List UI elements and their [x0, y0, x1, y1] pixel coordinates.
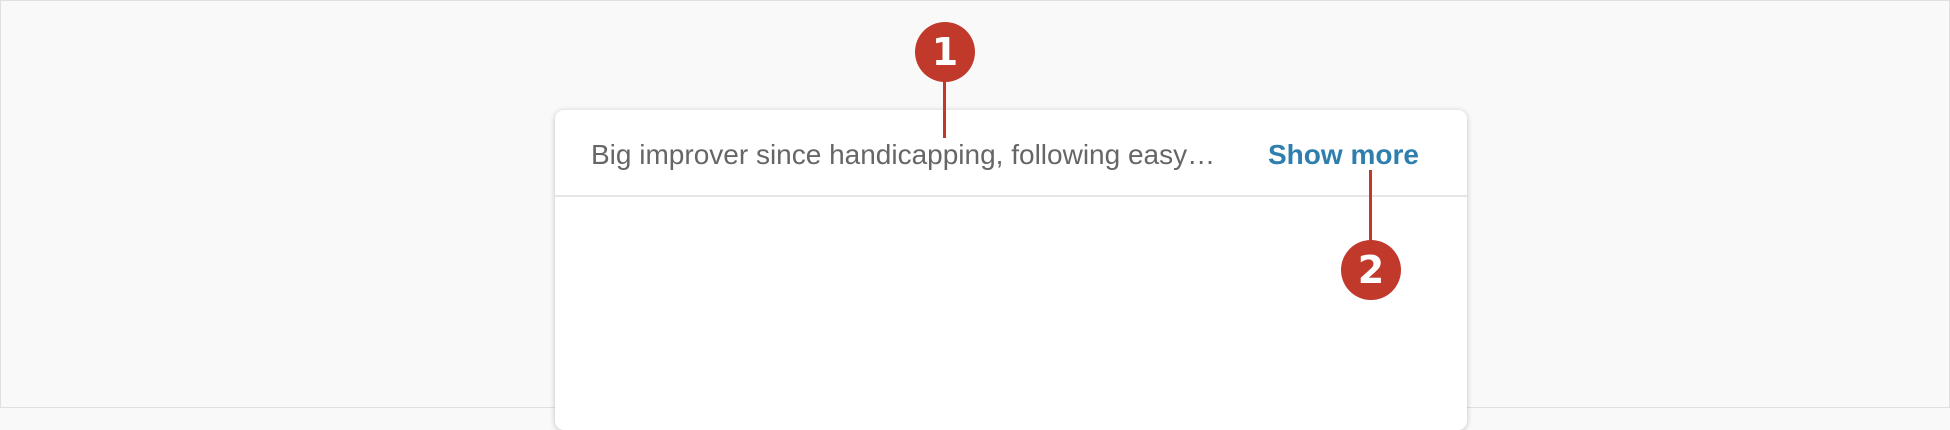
callout-1-line: [943, 80, 946, 138]
comment-card: Big improver since handicapping, followi…: [555, 110, 1467, 430]
show-more-link[interactable]: Show more: [1268, 138, 1419, 172]
card-header: Big improver since handicapping, followi…: [555, 110, 1467, 197]
callout-2-badge: 2: [1341, 240, 1401, 300]
callout-1-badge: 1: [915, 22, 975, 82]
preview-text: Big improver since handicapping, followi…: [591, 139, 1216, 170]
callout-2-line: [1369, 170, 1372, 240]
